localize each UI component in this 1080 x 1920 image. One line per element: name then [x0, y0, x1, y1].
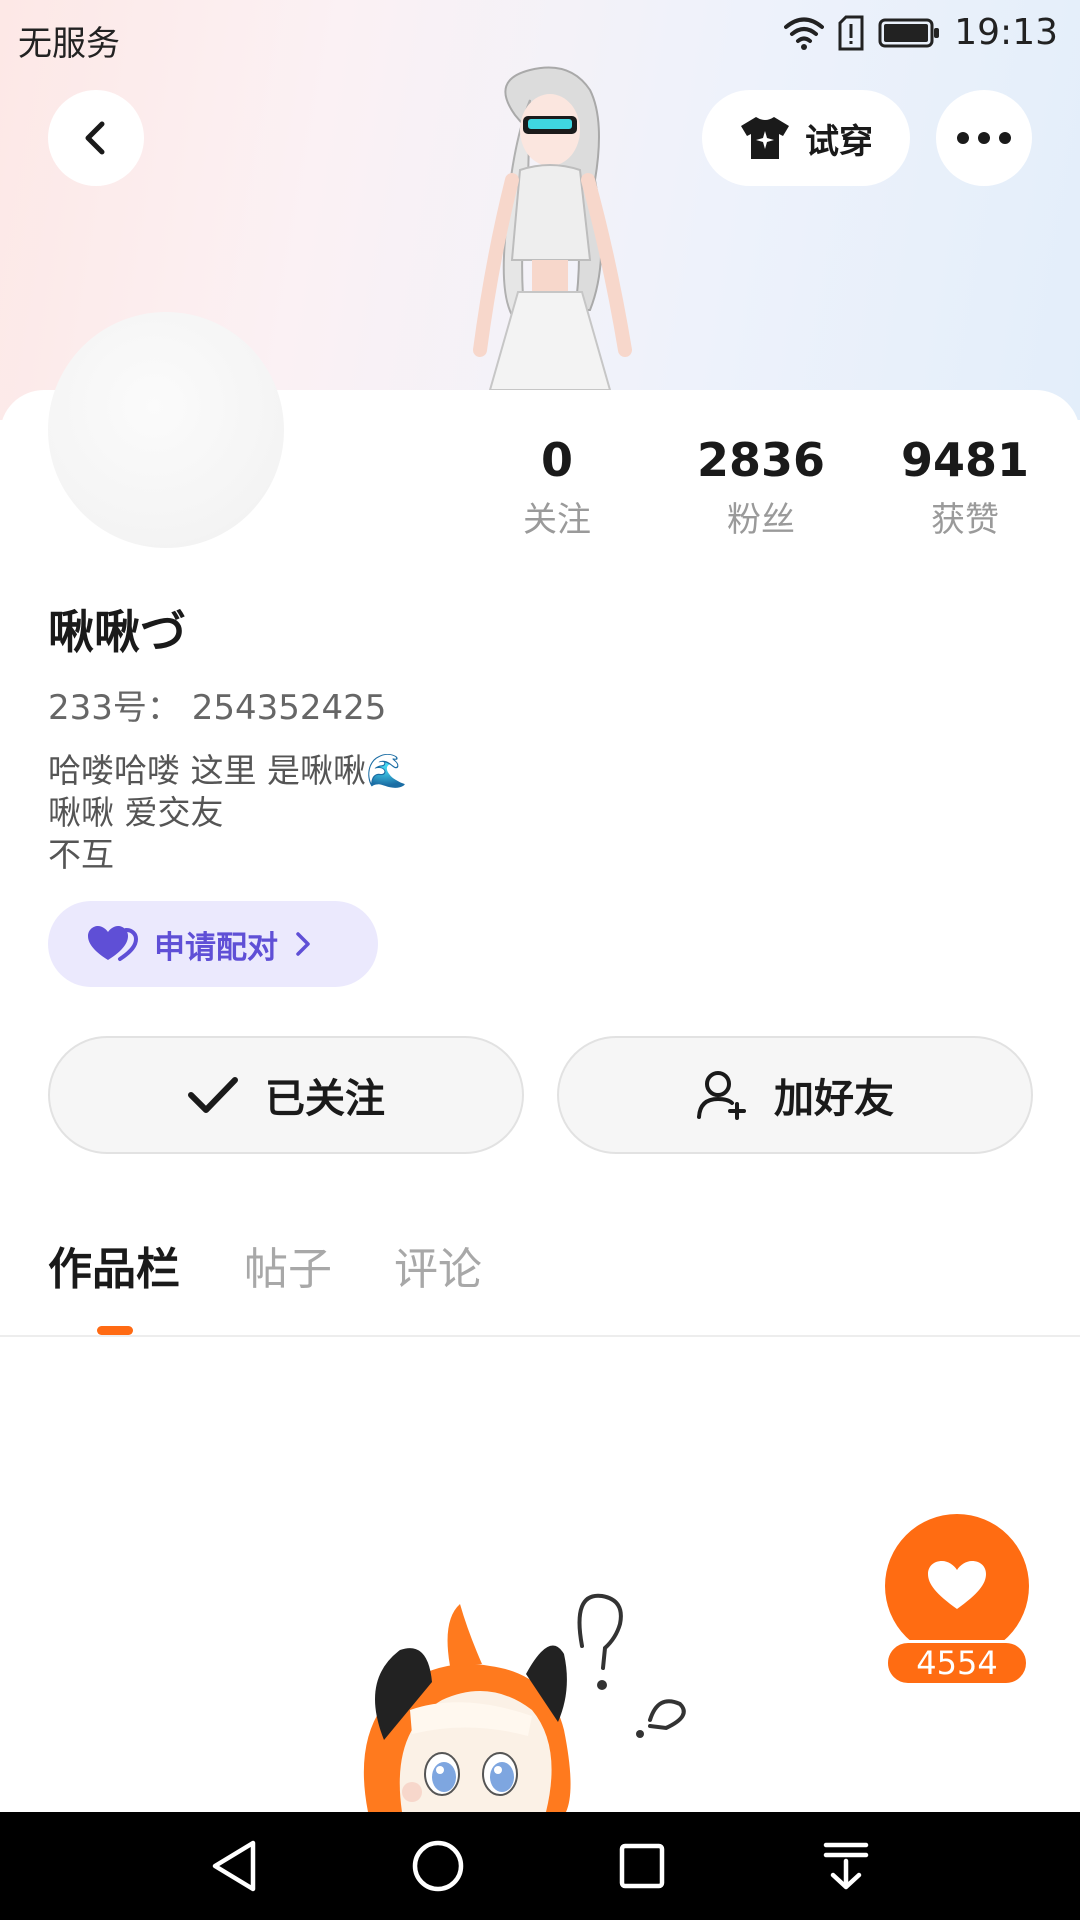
nav-back-button[interactable] [204, 1836, 264, 1896]
chevron-left-icon [85, 121, 105, 155]
username: 啾啾づ [48, 605, 186, 659]
battery-icon [878, 18, 940, 47]
stat-value: 0 [540, 433, 573, 487]
stat-following[interactable]: 0 关注 [472, 432, 642, 540]
stat-label: 关注 [523, 500, 591, 540]
bio-line: 啾啾 爱交友 [48, 793, 224, 832]
following-button[interactable]: 已关注 [48, 1036, 524, 1154]
sim-alert-icon [838, 15, 864, 50]
stat-label: 获赞 [931, 500, 999, 540]
empty-state-mascot [363, 1593, 686, 1812]
3d-avatar-image [473, 66, 632, 390]
like-count: 4554 [885, 1640, 1029, 1686]
bio-line: 哈喽哈喽 这里 是啾啾🌊 [48, 751, 408, 790]
add-user-icon [697, 1071, 746, 1120]
back-triangle-icon [212, 1840, 256, 1892]
stat-label: 粉丝 [727, 500, 795, 540]
stat-likes[interactable]: 9481 获赞 [880, 432, 1050, 540]
home-circle-icon [412, 1840, 464, 1892]
carrier-text: 无服务 [18, 24, 120, 64]
system-nav-bar [0, 1812, 1080, 1920]
pair-request-button[interactable]: 申请配对 [48, 901, 378, 987]
like-fab[interactable]: 4554 [885, 1514, 1029, 1690]
tab-works[interactable]: 作品栏 [48, 1242, 180, 1298]
clock-time: 19:13 [954, 12, 1058, 53]
nav-home-button[interactable] [408, 1836, 468, 1896]
tab-divider [0, 1335, 1080, 1337]
add-friend-label: 加好友 [774, 1076, 894, 1122]
shirt-sparkle-icon [741, 117, 789, 159]
back-button[interactable] [48, 90, 144, 186]
following-label: 已关注 [265, 1076, 385, 1122]
pair-request-label: 申请配对 [154, 929, 278, 966]
bio: 哈喽哈喽 这里 是啾啾🌊 啾啾 爱交友 不互 [48, 750, 407, 876]
more-dots-icon [957, 132, 1011, 144]
stat-value: 9481 [900, 433, 1030, 487]
try-on-button[interactable]: 试穿 [702, 90, 910, 186]
heart-pair-icon [88, 926, 138, 961]
recents-square-icon [619, 1843, 665, 1889]
try-on-label: 试穿 [805, 121, 873, 162]
like-circle [885, 1514, 1029, 1658]
tab-indicator [97, 1326, 133, 1335]
more-button[interactable] [936, 90, 1032, 186]
stat-value: 2836 [696, 433, 826, 487]
nav-notification-button[interactable] [816, 1836, 876, 1896]
tab-comments[interactable]: 评论 [394, 1242, 482, 1298]
avatar[interactable] [48, 312, 284, 548]
add-friend-button[interactable]: 加好友 [557, 1036, 1033, 1154]
user-id: 233号： 254352425 [48, 688, 387, 728]
wifi-icon [784, 17, 825, 50]
bio-line: 不互 [48, 835, 114, 874]
stat-fans[interactable]: 2836 粉丝 [676, 432, 846, 540]
notification-pull-icon [823, 1842, 869, 1890]
nav-recents-button[interactable] [612, 1836, 672, 1896]
checkmark-icon [188, 1077, 238, 1113]
status-bar: 无服务 19:13 [0, 0, 1080, 76]
heart-icon [928, 1561, 986, 1609]
tab-posts[interactable]: 帖子 [244, 1242, 332, 1298]
chevron-right-icon [296, 932, 310, 956]
